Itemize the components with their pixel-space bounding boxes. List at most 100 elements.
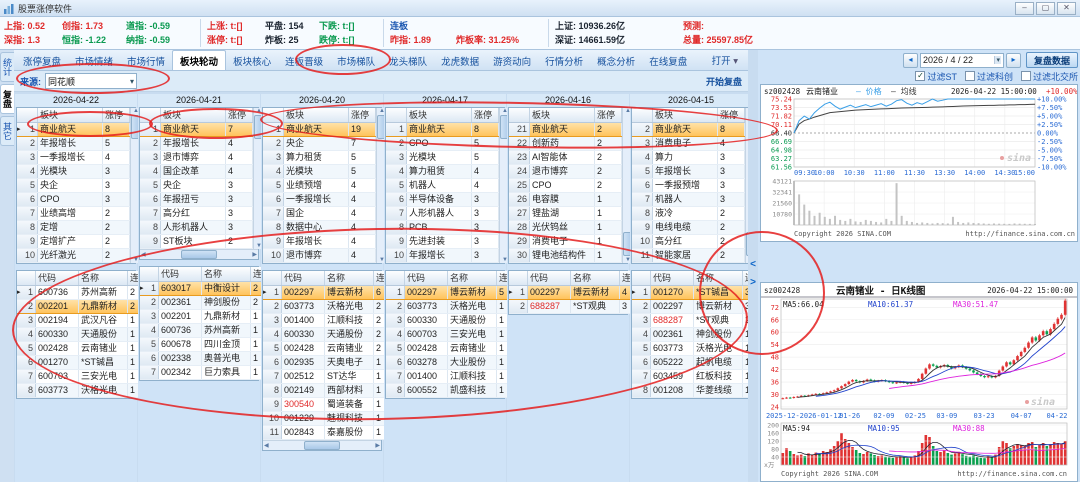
stock-row[interactable]: 2603773沃格光电1 [386,300,515,314]
stock-row[interactable]: 4600330天通股份2 [263,328,392,342]
stock-row[interactable]: 5600678四川金顶1 [140,338,269,352]
tab-市场情绪[interactable]: 市场情绪 [68,51,120,70]
stock-row[interactable]: ▸1600736苏州高新2 [17,286,146,300]
sector-row[interactable]: 10高分红2 [632,235,745,249]
sector-row[interactable]: 6CPO3 [17,193,130,207]
panel-splitter[interactable]: < > [748,50,758,482]
replay-data-button[interactable]: 复盘数据 [1026,52,1078,68]
stock-row[interactable]: 4600703三安光电1 [386,328,515,342]
stock-row[interactable]: 2002201九鼎新材2 [17,300,146,314]
sector-row[interactable]: 7业绩高增2 [17,207,130,221]
source-select[interactable]: 同花顺 ▾ [45,73,137,89]
stock-row[interactable]: 3600330天通股份1 [386,314,515,328]
sector-row[interactable]: 7人形机器人3 [386,207,499,221]
tab-板块核心[interactable]: 板块核心 [226,51,278,70]
sector-row[interactable]: 8液冷2 [632,207,745,221]
stock-row[interactable]: 6002338奥普光电1 [140,352,269,366]
tab-连板晋级[interactable]: 连板晋级 [278,51,330,70]
stock-row[interactable]: 5002428云南锗业1 [386,342,515,356]
sector-row[interactable]: 3消费电子4 [632,137,745,151]
stock-row[interactable]: 8001208华菱线缆1 [632,384,761,398]
stock-row[interactable]: 5002428云南锗业2 [263,342,392,356]
sector-row[interactable]: 24退市博弈2 [509,165,622,179]
sector-row[interactable]: 4光模块5 [263,165,376,179]
tab-龙虎数据[interactable]: 龙虎数据 [434,51,486,70]
sector-row[interactable]: 5央企3 [17,179,130,193]
sector-row[interactable]: 27锂盐湖1 [509,207,622,221]
sector-row[interactable]: 3光模块5 [386,151,499,165]
sector-row[interactable]: 4算力3 [632,151,745,165]
stock-row[interactable]: 5603773沃格光电1 [632,342,761,356]
stock-row[interactable]: 2002361神剑股份2 [140,296,269,310]
sector-row[interactable]: 3一季报增长4 [17,151,130,165]
stock-row[interactable]: 1002297博云新材5 [386,286,515,300]
sector-row[interactable]: 8人形机器人3 [140,221,253,235]
tab-概念分析[interactable]: 概念分析 [590,51,642,70]
stock-row[interactable]: 2688287*ST观典3 [509,300,638,314]
tab-龙头梯队[interactable]: 龙头梯队 [382,51,434,70]
close-button[interactable]: ✕ [1057,2,1076,15]
sector-row[interactable]: 2央企7 [263,137,376,151]
maximize-button[interactable]: ▢ [1036,2,1055,15]
sector-row[interactable]: 8PCB3 [386,221,499,235]
sector-row[interactable]: 8定增2 [17,221,130,235]
sector-row[interactable]: 4国企改革4 [140,165,253,179]
sector-row[interactable]: 4算力租赁4 [386,165,499,179]
sector-row[interactable]: 9电线电缆2 [632,221,745,235]
sector-row[interactable]: 5年报增长3 [632,165,745,179]
sector-row[interactable]: 6一季报增长4 [263,193,376,207]
checkbox-过滤北交所[interactable]: 过滤北交所 [1021,70,1078,83]
stock-row[interactable]: ▸1002297博云新材4 [509,286,638,300]
sector-row[interactable]: 22创新药2 [509,137,622,151]
scroll-left-icon[interactable]: ◀ [264,442,269,449]
sector-row[interactable]: 5央企3 [140,179,253,193]
sector-row[interactable]: 6半导体设备3 [386,193,499,207]
sector-row[interactable]: 5机器人4 [386,179,499,193]
stock-row[interactable]: 4600736苏州高新1 [140,324,269,338]
tab-板块轮动[interactable]: 板块轮动 [172,50,226,70]
sector-row[interactable]: 10年报增长3 [386,249,499,263]
collapse-right-arrow-icon[interactable]: > [748,276,758,290]
stock-row[interactable]: 5002428云南锗业1 [17,342,146,356]
checkbox-icon[interactable]: ✓ [915,71,925,81]
sector-row[interactable]: 9ST板块2 [140,235,253,249]
start-replay-link[interactable]: 开始复盘 [706,75,742,88]
stock-row[interactable]: 6603278大业股份1 [386,356,515,370]
sector-row[interactable]: 7国企4 [263,207,376,221]
sector-row[interactable]: 28光伏钨丝1 [509,221,622,235]
sector-row[interactable]: 29消费电子1 [509,235,622,249]
sector-row[interactable]: ▸1商业航天8 [17,123,130,137]
sector-row[interactable]: 30锂电池结构件1 [509,249,622,263]
stock-row[interactable]: 7600703三安光电1 [17,370,146,384]
sector-row[interactable]: 6年报扭亏3 [140,193,253,207]
open-button[interactable]: 打开 ▾ [712,56,738,67]
tab-在线复盘[interactable]: 在线复盘 [642,51,694,70]
side-tab-其它[interactable]: 其它 [0,116,14,146]
sector-row[interactable]: 10光纤激光2 [17,249,130,263]
stock-row[interactable]: ▸1603017中衡设计2 [140,282,269,296]
sector-row[interactable]: 5业绩预增4 [263,179,376,193]
checkbox-过滤ST[interactable]: ✓过滤ST [915,70,957,83]
scroll-right-icon[interactable]: ▶ [252,251,257,258]
sector-row[interactable]: 25CPO2 [509,179,622,193]
stock-row[interactable]: 6002935天奥电子1 [263,356,392,370]
sector-row[interactable]: 8数据中心4 [263,221,376,235]
sector-row[interactable]: 2年报增长5 [17,137,130,151]
stock-row[interactable]: 7603459红板科技1 [632,370,761,384]
checkbox-icon[interactable] [965,71,975,81]
sector-row[interactable]: 2年报增长4 [140,137,253,151]
sector-row[interactable]: 7高分红3 [140,207,253,221]
sector-row[interactable]: 10退市博弈4 [263,249,376,263]
tab-市场行情[interactable]: 市场行情 [120,51,172,70]
date-next-button[interactable]: ▸ [1006,53,1021,68]
minimize-button[interactable]: – [1015,2,1034,15]
checkbox-过滤科创[interactable]: 过滤科创 [965,70,1013,83]
date-prev-button[interactable]: ◂ [903,53,918,68]
sector-row[interactable]: 1商业航天8 [386,123,499,137]
stock-row[interactable]: 8603773沃格光电1 [17,384,146,398]
stock-row[interactable]: 3001400江顺科技2 [263,314,392,328]
sector-row[interactable]: 2CPO5 [386,137,499,151]
tab-市场梯队[interactable]: 市场梯队 [330,51,382,70]
stock-row[interactable]: 7002342巨力索具1 [140,366,269,380]
sector-row[interactable]: 3算力租赁5 [263,151,376,165]
